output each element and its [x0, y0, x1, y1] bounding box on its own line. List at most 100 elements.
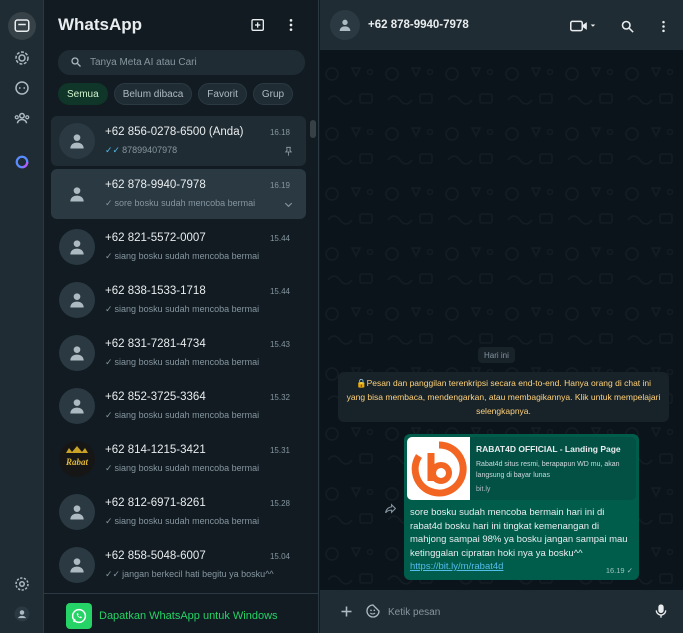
message-composer — [320, 590, 683, 633]
chat-preview-text: siang bosku sudah mencoba bermai — [114, 463, 260, 473]
settings-icon[interactable] — [8, 570, 36, 598]
new-chat-icon[interactable] — [247, 14, 269, 36]
attach-plus-icon[interactable] — [335, 600, 357, 622]
chat-preview: ✓ siang bosku sudah mencoba bermai — [105, 304, 285, 315]
avatar: Rabat — [59, 441, 95, 477]
app-title: WhatsApp — [58, 15, 143, 34]
chat-preview-text: jangan berkecil hati begitu ya bosku^^ — [122, 569, 274, 579]
contact-name[interactable]: +62 878-9940-7978 — [368, 19, 469, 31]
link-domain: bit.ly — [476, 486, 491, 493]
chat-preview-text: sore bosku sudah mencoba bermai — [114, 198, 256, 208]
chat-name: +62 856-0278-6500 (Anda) — [105, 126, 244, 138]
default-avatar-icon — [70, 187, 84, 202]
forward-icon[interactable] — [382, 500, 398, 516]
avatar — [59, 176, 95, 212]
default-avatar-icon — [70, 399, 84, 414]
filter-chip-favorit[interactable]: Favorit — [198, 83, 247, 105]
chat-preview: ✓ sore bosku sudah mencoba bermai — [105, 198, 285, 209]
message-body: sore bosku sudah mencoba bermain hari in… — [410, 507, 628, 559]
check-icon: ✓ — [105, 357, 113, 367]
check-icon: ✓ — [105, 463, 113, 473]
channels-icon[interactable] — [8, 74, 36, 102]
video-call-icon[interactable] — [566, 15, 600, 37]
chat-preview-text: siang bosku sudah mencoba bermai — [114, 516, 260, 526]
chat-time: 16.19 — [269, 181, 290, 190]
chat-preview-text: siang bosku sudah mencoba bermai — [114, 410, 260, 420]
status-icon[interactable] — [8, 44, 36, 72]
chat-time: 15.31 — [269, 446, 290, 455]
search-input[interactable] — [90, 50, 300, 75]
chat-list: +62 856-0278-6500 (Anda) 16.18 ✓✓ 8789940… — [48, 114, 310, 593]
chat-name: +62 852-3725-3364 — [105, 391, 206, 403]
chat-name: +62 814-1215-3421 — [105, 444, 206, 456]
chat-time: 16.18 — [269, 128, 290, 137]
chat-preview: ✓ siang bosku sudah mencoba bermai — [105, 463, 285, 474]
sidebar-header: WhatsApp — [44, 0, 319, 50]
check-icon: ✓ — [626, 565, 633, 575]
chat-list-item[interactable]: Rabat +62 814-1215-3421 15.31 ✓ siang bos… — [51, 434, 306, 484]
double-check-icon: ✓✓ — [105, 145, 121, 155]
chat-sidebar: WhatsApp Semua Belum dibaca Favorit Grup… — [44, 0, 319, 633]
chat-list-scrollbar[interactable] — [310, 120, 316, 138]
outgoing-message[interactable]: RABAT4D OFFICIAL - Landing Page Rabat4d … — [404, 434, 639, 580]
message-time: 16.19 — [605, 565, 625, 575]
chat-time: 15.32 — [269, 393, 290, 402]
chats-icon[interactable] — [8, 12, 36, 40]
search-icon — [71, 57, 81, 67]
message-input[interactable] — [388, 601, 638, 623]
link-preview[interactable]: RABAT4D OFFICIAL - Landing Page Rabat4d … — [407, 437, 636, 500]
default-avatar-icon — [70, 293, 84, 308]
chat-list-item[interactable]: +62 812-6971-8261 15.28 ✓ siang bosku sud… — [51, 487, 306, 537]
link-title: RABAT4D OFFICIAL - Landing Page — [476, 444, 621, 454]
message-link[interactable]: https://bit.ly/m/rabat4d — [410, 561, 503, 572]
meta-ai-icon[interactable] — [8, 148, 36, 176]
chat-preview: ✓ siang bosku sudah mencoba bermai — [105, 357, 285, 368]
chat-preview-text: siang bosku sudah mencoba bermai — [114, 251, 260, 261]
chat-list-item[interactable]: +62 831-7281-4734 15.43 ✓ siang bosku sud… — [51, 328, 306, 378]
rabat-b-logo-icon — [411, 440, 467, 496]
chat-list-item[interactable]: +62 858-5048-6007 15.04 ✓✓ jangan berkeci… — [51, 540, 306, 590]
chat-name: +62 812-6971-8261 — [105, 497, 206, 509]
chat-time: 15.44 — [269, 287, 290, 296]
conversation-panel: +62 878-9940-7978 Hari ini 🔒Pesan dan pa… — [320, 0, 683, 633]
chat-list-item[interactable]: +62 856-0278-6500 (Anda) 16.18 ✓✓ 8789940… — [51, 116, 306, 166]
communities-icon[interactable] — [8, 104, 36, 132]
chat-time: 15.44 — [269, 234, 290, 243]
chat-list-item[interactable]: +62 878-9940-7978 16.19 ✓ sore bosku suda… — [51, 169, 306, 219]
menu-icon[interactable] — [652, 15, 674, 37]
chat-time: 15.04 — [269, 552, 290, 561]
chevron-down-icon[interactable] — [283, 197, 294, 215]
svg-text:Rabat: Rabat — [65, 457, 89, 467]
chat-list-item[interactable]: +62 838-1533-1718 15.44 ✓ siang bosku sud… — [51, 275, 306, 325]
default-avatar-icon — [70, 134, 84, 149]
filter-chips: Semua Belum dibaca Favorit Grup — [58, 83, 294, 105]
nav-rail — [0, 0, 44, 633]
default-avatar-icon — [70, 505, 84, 520]
chat-name: +62 838-1533-1718 — [105, 285, 206, 297]
get-windows-app-banner[interactable]: Dapatkan WhatsApp untuk Windows — [44, 593, 319, 633]
rabat-logo-icon: Rabat — [59, 441, 95, 477]
menu-icon[interactable] — [280, 14, 302, 36]
microphone-icon[interactable] — [650, 600, 672, 622]
get-windows-app-text: Dapatkan WhatsApp untuk Windows — [99, 610, 278, 622]
chat-name: +62 878-9940-7978 — [105, 179, 206, 191]
filter-chip-belum-dibaca[interactable]: Belum dibaca — [113, 83, 193, 105]
chat-list-item[interactable]: +62 821-5572-0007 15.44 ✓ siang bosku sud… — [51, 222, 306, 272]
search-bar[interactable] — [58, 50, 305, 75]
lock-icon: 🔒 — [355, 378, 367, 388]
encryption-notice-text: Pesan dan panggilan terenkripsi secara e… — [346, 378, 661, 416]
chat-preview: ✓ siang bosku sudah mencoba bermai — [105, 410, 285, 421]
filter-chip-semua[interactable]: Semua — [58, 83, 108, 105]
default-avatar-icon — [339, 19, 351, 31]
sticker-icon[interactable] — [362, 600, 384, 622]
profile-icon[interactable] — [8, 600, 36, 628]
search-icon[interactable] — [616, 15, 638, 37]
conversation-header[interactable]: +62 878-9940-7978 — [320, 0, 683, 50]
encryption-notice[interactable]: 🔒Pesan dan panggilan terenkripsi secara … — [338, 372, 669, 422]
avatar — [59, 335, 95, 371]
filter-chip-grup[interactable]: Grup — [252, 83, 294, 105]
avatar[interactable] — [330, 10, 360, 40]
chat-name: +62 821-5572-0007 — [105, 232, 206, 244]
chat-preview: ✓✓ 87899407978 — [105, 145, 285, 156]
chat-list-item[interactable]: +62 852-3725-3364 15.32 ✓ siang bosku sud… — [51, 381, 306, 431]
